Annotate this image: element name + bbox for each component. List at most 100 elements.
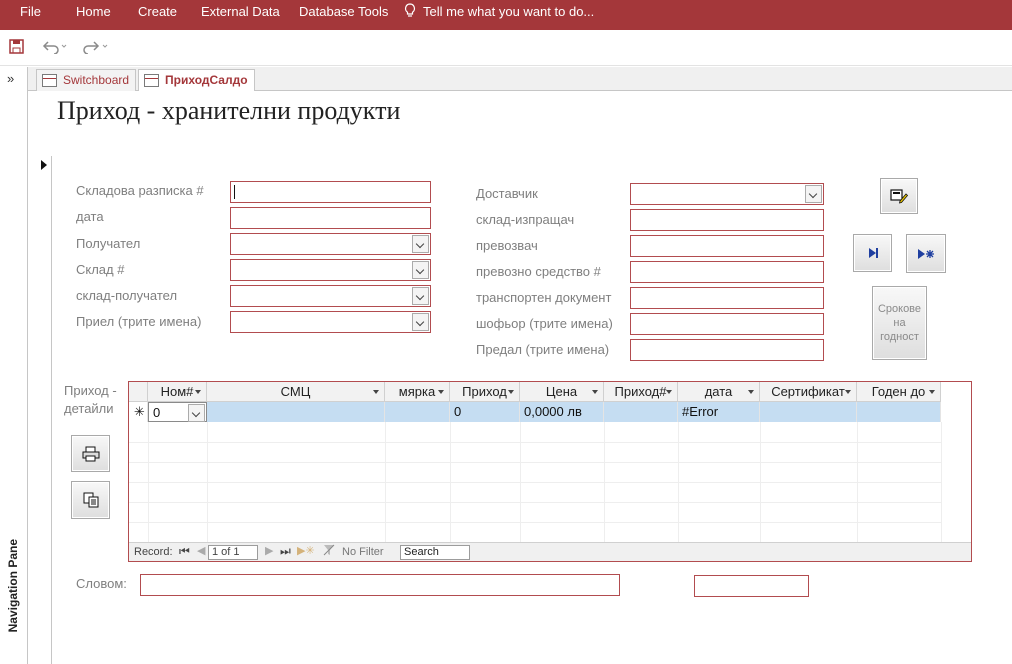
record-selector[interactable]	[35, 156, 52, 664]
tell-me-search[interactable]: Tell me what you want to do...	[423, 4, 594, 19]
col-header-prihod-nom[interactable]: Приход#	[604, 382, 678, 402]
record-label: Record:	[134, 546, 173, 558]
last-record-icon	[868, 248, 878, 258]
record-position-input[interactable]: 1 of 1	[208, 545, 258, 560]
col-header-myarka[interactable]: мярка	[385, 382, 450, 402]
tab-home[interactable]: Home	[76, 4, 111, 19]
save-icon[interactable]	[9, 39, 24, 58]
text-cursor	[234, 185, 235, 199]
chevron-down-icon[interactable]	[412, 235, 429, 253]
col-header-sertifikat[interactable]: Сертификат	[760, 382, 857, 402]
col-header-nom[interactable]: Ном#	[148, 382, 207, 402]
undo-icon[interactable]	[42, 39, 68, 58]
sklad-poluchatel-combo[interactable]	[230, 285, 431, 307]
label-shofyor: шофьор (трите имена)	[476, 316, 613, 331]
last-record-icon[interactable]: ⏭	[280, 544, 291, 559]
new-record-button[interactable]	[906, 234, 946, 273]
predal-field[interactable]	[630, 339, 824, 361]
skladova-razpiska-field[interactable]	[230, 181, 431, 203]
total-field[interactable]	[694, 575, 809, 597]
cell-myarka[interactable]	[385, 402, 450, 422]
tab-prihod-saldo-label: ПриходСалдо	[165, 73, 248, 87]
srokove-line-2: на	[893, 317, 906, 329]
form-icon	[42, 74, 57, 87]
form-icon	[144, 74, 159, 87]
grid-line	[520, 422, 521, 542]
nav-pane-toggle-icon[interactable]: »	[7, 71, 14, 86]
tab-prihod-saldo[interactable]: ПриходСалдо	[138, 69, 255, 92]
data-field[interactable]	[230, 207, 431, 229]
cell-prihod-nom[interactable]	[604, 402, 678, 422]
grid-line	[857, 422, 858, 542]
cell-prihod[interactable]: 0	[450, 402, 520, 422]
col-header-goden-do[interactable]: Годен до	[857, 382, 941, 402]
slovom-field[interactable]	[140, 574, 620, 596]
subform-label-line-2: детайли	[64, 401, 114, 416]
transporten-dokument-field[interactable]	[630, 287, 824, 309]
prevozvach-field[interactable]	[630, 235, 824, 257]
label-transporten-dokument: транспортен документ	[476, 290, 612, 305]
redo-icon[interactable]	[83, 39, 109, 58]
navigation-pane-label[interactable]: Navigation Pane	[6, 539, 20, 664]
first-record-icon[interactable]: ⏮	[179, 544, 190, 559]
subform-label-line-1: Приход -	[64, 383, 117, 398]
col-header-cena[interactable]: Цена	[520, 382, 604, 402]
grid-line	[941, 422, 942, 542]
chevron-down-icon[interactable]	[412, 287, 429, 305]
sklad-izprashtach-field[interactable]	[630, 209, 824, 231]
cell-goden-do[interactable]	[857, 402, 941, 422]
label-priel: Приел (трите имена)	[76, 314, 202, 329]
poluchatel-combo[interactable]	[230, 233, 431, 255]
sort-arrow-icon	[195, 390, 201, 394]
edit-icon	[890, 189, 908, 204]
cell-data[interactable]: #Error	[678, 402, 760, 422]
new-record-nav-icon[interactable]: ▶✳	[297, 544, 315, 557]
cell-smc[interactable]	[207, 402, 385, 422]
shofyor-field[interactable]	[630, 313, 824, 335]
prevozno-sredstvo-field[interactable]	[630, 261, 824, 283]
printer-icon	[82, 446, 99, 461]
lightbulb-icon	[404, 3, 416, 22]
select-all-corner[interactable]	[129, 382, 148, 402]
prihod-detaili-subform[interactable]: Ном# СМЦ мярка Приход Цена Приход# дата …	[128, 381, 972, 562]
priel-combo[interactable]	[230, 311, 431, 333]
chevron-down-icon[interactable]	[805, 185, 822, 203]
chevron-down-icon[interactable]	[412, 313, 429, 331]
srokove-na-godnost-button[interactable]: Срокове на годност	[872, 286, 927, 360]
tab-external-data[interactable]: External Data	[201, 4, 280, 19]
dostavchik-combo[interactable]	[630, 183, 824, 205]
col-header-smc[interactable]: СМЦ	[207, 382, 385, 402]
edit-record-button[interactable]	[880, 178, 918, 214]
cell-sertifikat[interactable]	[760, 402, 857, 422]
chevron-down-icon[interactable]	[188, 404, 205, 422]
current-record-arrow-icon	[41, 160, 47, 170]
search-input[interactable]: Search	[400, 545, 470, 560]
ribbon-tab-bar: File Home Create External Data Database …	[0, 0, 1012, 30]
cell-cena[interactable]: 0,0000 лв	[520, 402, 604, 422]
no-filter-button[interactable]: No Filter	[342, 546, 384, 558]
new-record-marker: ✳	[129, 402, 148, 422]
datasheet-grid: Ном# СМЦ мярка Приход Цена Приход# дата …	[129, 382, 971, 542]
next-record-icon[interactable]: ▶	[265, 544, 273, 557]
grid-line	[129, 442, 941, 443]
grid-line	[604, 422, 605, 542]
copy-button[interactable]	[71, 481, 110, 519]
tab-create[interactable]: Create	[138, 4, 177, 19]
tab-file[interactable]: File	[20, 4, 41, 19]
grid-line	[148, 422, 149, 542]
label-sklad: Склад #	[76, 262, 125, 277]
tab-switchboard[interactable]: Switchboard	[36, 69, 137, 91]
tab-database-tools[interactable]: Database Tools	[299, 4, 388, 19]
chevron-down-icon[interactable]	[412, 261, 429, 279]
filter-icon	[323, 544, 335, 559]
col-header-data[interactable]: дата	[678, 382, 760, 402]
cell-nom[interactable]: 0	[148, 402, 207, 422]
sklad-combo[interactable]	[230, 259, 431, 281]
sort-arrow-icon	[508, 390, 514, 394]
col-header-prihod[interactable]: Приход	[450, 382, 520, 402]
label-poluchatel: Получател	[76, 236, 141, 251]
last-record-button[interactable]	[853, 234, 892, 272]
print-button[interactable]	[71, 435, 110, 472]
previous-record-icon[interactable]: ◀	[197, 544, 205, 557]
copy-icon	[83, 492, 98, 508]
